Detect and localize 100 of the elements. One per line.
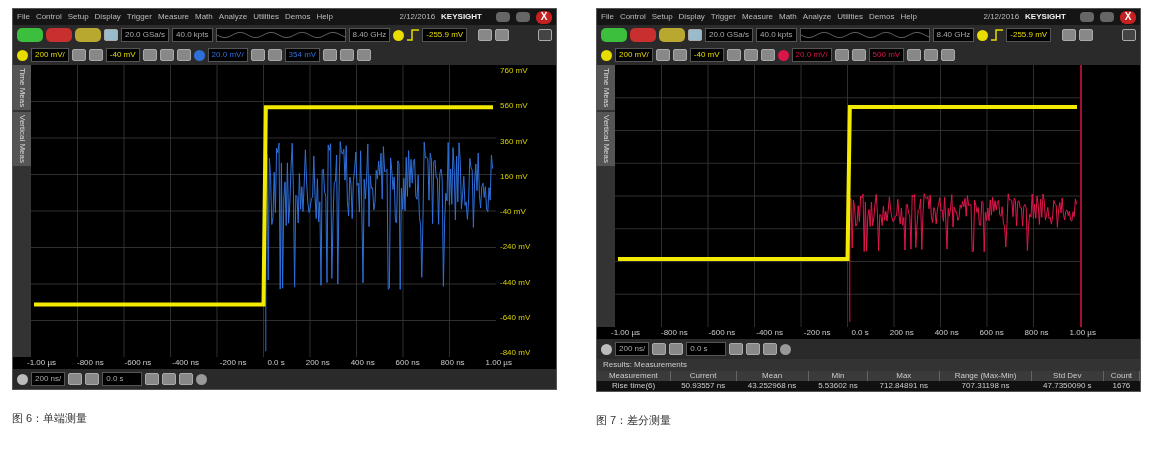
undo-button[interactable] xyxy=(478,29,493,41)
zero-button[interactable] xyxy=(159,49,174,61)
fine-button[interactable] xyxy=(71,49,86,61)
coarse-button[interactable] xyxy=(851,49,866,61)
table-cell: 5.53602 ns xyxy=(808,381,868,391)
channel-indicator[interactable] xyxy=(601,49,612,61)
zoom-icon xyxy=(780,343,792,355)
maximize-button[interactable] xyxy=(1100,12,1114,22)
memory-depth: 40.0 kpts xyxy=(172,28,213,42)
menu-item[interactable]: Measure xyxy=(741,13,773,21)
coarse-button[interactable] xyxy=(85,373,100,385)
menu-item[interactable]: Demos xyxy=(869,13,895,21)
menu-item[interactable]: Control xyxy=(35,13,62,21)
menu-item[interactable]: Analyze xyxy=(218,13,248,21)
axis-label: 0.0 s xyxy=(267,359,285,367)
coarse-button[interactable] xyxy=(672,49,687,61)
left-button[interactable] xyxy=(145,373,160,385)
trigger-level: -255.9 mV xyxy=(1006,28,1052,42)
coarse-button[interactable] xyxy=(88,49,103,61)
trigger-icon xyxy=(977,29,989,41)
column-header: Min xyxy=(808,371,868,381)
zero-button[interactable] xyxy=(743,49,758,61)
panel-button[interactable] xyxy=(1122,29,1136,41)
menu-item[interactable]: File xyxy=(601,13,614,21)
right-button[interactable] xyxy=(763,343,778,355)
menu-item[interactable]: Trigger xyxy=(710,13,736,21)
run-button[interactable] xyxy=(17,28,43,42)
up-button[interactable] xyxy=(357,49,372,61)
fine-button[interactable] xyxy=(250,49,265,61)
zero-button[interactable] xyxy=(746,343,761,355)
fine-button[interactable] xyxy=(652,343,667,355)
menu-item[interactable]: Setup xyxy=(651,13,673,21)
fine-button[interactable] xyxy=(834,49,849,61)
memory-depth: 40.0 kpts xyxy=(756,28,797,42)
close-button[interactable]: X xyxy=(536,10,552,24)
fine-button[interactable] xyxy=(655,49,670,61)
fine-button[interactable] xyxy=(68,373,83,385)
side-tab[interactable]: Vertical Meas xyxy=(13,112,31,167)
up-button[interactable] xyxy=(760,49,775,61)
figure-caption: 图 6：单端测量 xyxy=(12,411,89,426)
menu-item[interactable]: Utilities xyxy=(253,13,280,21)
menu-item[interactable]: Analyze xyxy=(802,13,832,21)
down-button[interactable] xyxy=(726,49,741,61)
axis-label: -840 mV xyxy=(500,349,532,357)
down-button[interactable] xyxy=(907,49,922,61)
zoom-icon xyxy=(196,373,208,385)
down-button[interactable] xyxy=(323,49,338,61)
menu-item[interactable]: Help xyxy=(900,13,917,21)
stop-button[interactable] xyxy=(46,28,72,42)
single-button[interactable] xyxy=(659,28,685,42)
menu-item[interactable]: Trigger xyxy=(126,13,152,21)
redo-button[interactable] xyxy=(1079,29,1094,41)
time-position: 0.0 s xyxy=(102,372,143,386)
side-tab[interactable]: Vertical Meas xyxy=(597,112,615,167)
axis-label: 200 ns xyxy=(305,359,330,367)
sample-rate: 20.0 GSa/s xyxy=(705,28,754,42)
single-button[interactable] xyxy=(75,28,101,42)
minimize-button[interactable] xyxy=(1080,12,1094,22)
display-button[interactable] xyxy=(104,29,118,41)
right-button[interactable] xyxy=(179,373,194,385)
table-cell: 43.252968 ns xyxy=(736,381,809,391)
menu-item[interactable]: Setup xyxy=(67,13,89,21)
axis-label: -440 mV xyxy=(500,278,532,287)
coarse-button[interactable] xyxy=(267,49,282,61)
undo-button[interactable] xyxy=(1062,29,1077,41)
zero-button[interactable] xyxy=(162,373,177,385)
menu-item[interactable]: Control xyxy=(619,13,646,21)
menu-item[interactable]: Help xyxy=(316,13,333,21)
menu-item[interactable]: Demos xyxy=(285,13,311,21)
up-button[interactable] xyxy=(176,49,191,61)
axis-label: 160 mV xyxy=(500,172,529,181)
menu-item[interactable]: Utilities xyxy=(837,13,864,21)
coarse-button[interactable] xyxy=(669,343,684,355)
zero-button[interactable] xyxy=(340,49,355,61)
minimize-button[interactable] xyxy=(496,12,510,22)
down-button[interactable] xyxy=(142,49,157,61)
panel-button[interactable] xyxy=(538,29,552,41)
menu-item[interactable]: Math xyxy=(195,13,213,21)
menu-item[interactable]: Math xyxy=(779,13,797,21)
stop-button[interactable] xyxy=(630,28,656,42)
menu-item[interactable]: Display xyxy=(678,13,705,21)
side-tab[interactable]: Time Meas xyxy=(597,65,615,111)
run-button[interactable] xyxy=(601,28,627,42)
menu-item[interactable]: Display xyxy=(94,13,121,21)
menu-item[interactable]: File xyxy=(17,13,30,21)
channel-scale: 200 mV/ xyxy=(615,48,653,62)
redo-button[interactable] xyxy=(495,29,510,41)
axis-label: -40 mV xyxy=(500,208,527,216)
left-button[interactable] xyxy=(729,343,744,355)
display-button[interactable] xyxy=(688,29,702,41)
maximize-button[interactable] xyxy=(516,12,530,22)
horizontal-icon xyxy=(601,343,612,355)
channel-offset: -40 mV xyxy=(689,48,724,62)
close-button[interactable]: X xyxy=(1120,10,1136,24)
channel-indicator[interactable] xyxy=(17,49,28,61)
up-button[interactable] xyxy=(941,49,956,61)
axis-label: 1.00 µs xyxy=(1069,329,1096,337)
zero-button[interactable] xyxy=(924,49,939,61)
side-tab[interactable]: Time Meas xyxy=(13,65,31,111)
menu-item[interactable]: Measure xyxy=(157,13,189,21)
